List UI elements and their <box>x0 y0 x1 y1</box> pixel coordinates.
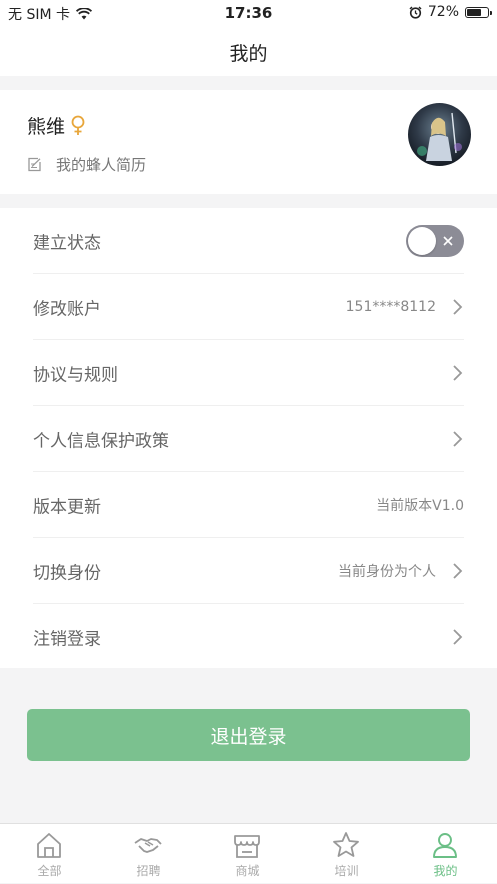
close-icon <box>443 235 453 246</box>
row-label: 修改账户 <box>33 299 101 319</box>
row-label: 建立状态 <box>33 233 101 253</box>
row-value: 当前身份为个人 <box>338 563 436 580</box>
battery-fill <box>467 8 481 16</box>
edit-icon <box>28 157 41 172</box>
profile-name: 熊维 <box>27 116 66 138</box>
profile-name-group: 熊维 <box>27 112 87 139</box>
resume-label: 我的蜂人简历 <box>56 156 147 174</box>
settings-row-switch-identity[interactable]: 切换身份 当前身份为个人 <box>33 538 464 604</box>
row-value: 151****8112 <box>345 298 436 315</box>
row-label: 版本更新 <box>33 497 101 517</box>
settings-row-account[interactable]: 修改账户 151****8112 <box>33 274 464 340</box>
tab-training[interactable]: 培训 <box>297 824 396 884</box>
user-icon <box>433 833 457 858</box>
avatar-image <box>408 103 471 166</box>
row-label: 个人信息保护政策 <box>33 431 169 451</box>
row-label: 切换身份 <box>33 563 101 583</box>
tab-label: 全部 <box>37 864 62 878</box>
chevron-right-icon <box>453 629 463 645</box>
resume-link[interactable]: 我的蜂人简历 <box>27 154 146 175</box>
row-label: 注销登录 <box>33 629 101 650</box>
star-icon <box>333 832 359 857</box>
settings-row-status[interactable]: 建立状态 <box>33 208 464 274</box>
tab-label: 我的 <box>433 864 458 878</box>
nav-bar: 我的 <box>0 26 497 76</box>
chevron-right-icon <box>453 430 463 447</box>
chevron-right-icon <box>453 364 463 381</box>
chevron-right-icon <box>453 298 463 315</box>
handshake-icon <box>134 838 162 853</box>
tab-recruit[interactable]: 招聘 <box>99 824 198 884</box>
tab-all[interactable]: 全部 <box>0 824 99 884</box>
chevron-right-icon <box>453 562 463 579</box>
avatar[interactable] <box>408 103 471 166</box>
settings-row-deactivate[interactable]: 注销登录 <box>33 604 464 670</box>
settings-row-agreement[interactable]: 协议与规则 <box>33 340 464 406</box>
status-bar: 无 SIM 卡 17:36 72% <box>0 0 497 26</box>
tab-label: 培训 <box>334 864 359 878</box>
tab-label: 招聘 <box>136 864 161 878</box>
female-icon <box>71 115 85 135</box>
settings-list: 建立状态 修改账户 151****8112 协议与规则 个人信息保护政策 版本更… <box>0 208 497 668</box>
status-toggle[interactable] <box>406 224 464 257</box>
settings-row-privacy[interactable]: 个人信息保护政策 <box>33 406 464 472</box>
battery-icon <box>465 6 492 18</box>
logout-button[interactable]: 退出登录 <box>27 709 470 761</box>
store-icon <box>234 835 260 858</box>
alarm-icon <box>409 5 422 19</box>
row-value: 当前版本V1.0 <box>376 497 464 514</box>
tab-mine[interactable]: 我的 <box>396 824 495 884</box>
tab-bar: 全部 招聘 商城 培训 我的 <box>0 823 497 883</box>
page-title: 我的 <box>229 43 268 65</box>
tab-mall[interactable]: 商城 <box>198 824 297 884</box>
profile-card[interactable]: 熊维 我的蜂人简历 <box>0 90 497 194</box>
row-label: 协议与规则 <box>33 365 118 385</box>
settings-row-version[interactable]: 版本更新 当前版本V1.0 <box>33 472 464 538</box>
home-icon <box>37 833 61 858</box>
battery-percent: 72% <box>427 4 459 20</box>
battery-group: 72% <box>409 4 492 20</box>
toggle-knob <box>408 226 436 255</box>
tab-label: 商城 <box>235 864 260 878</box>
